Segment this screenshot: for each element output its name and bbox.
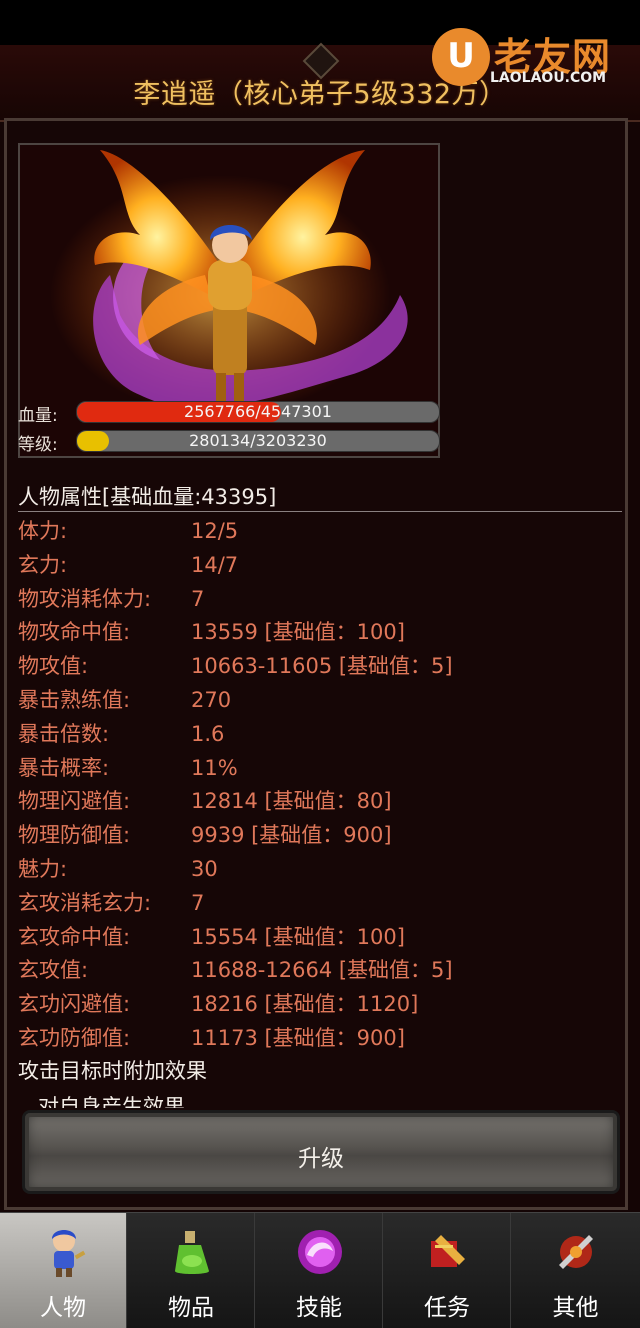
watermark-logo: U 老友网 LAOLAOU.COM bbox=[430, 22, 640, 92]
attribute-value: 18216 [基础值：1120] bbox=[191, 992, 419, 1017]
attribute-value: 10663-11605 [基础值：5] bbox=[191, 654, 453, 679]
attribute-label: 玄攻命中值: bbox=[18, 924, 131, 949]
attribute-row: 玄攻值: 11688-12664 [基础值：5] bbox=[18, 954, 622, 988]
attribute-label: 魅力: bbox=[18, 856, 68, 881]
tab-skills[interactable]: 技能 bbox=[256, 1213, 383, 1328]
attribute-value: 9939 [基础值：900] bbox=[191, 823, 392, 848]
level-label: 等级: bbox=[18, 435, 58, 455]
level-bar: 280134/3203230 bbox=[76, 430, 440, 452]
attribute-label: 玄攻消耗玄力: bbox=[18, 890, 152, 915]
tab-items-label: 物品 bbox=[168, 1295, 214, 1321]
attribute-label: 玄攻值: bbox=[18, 958, 89, 983]
attribute-row: 玄力: 14/7 bbox=[18, 549, 622, 583]
upgrade-button-label: 升级 bbox=[298, 1146, 344, 1172]
quest-icon bbox=[431, 1235, 465, 1267]
attribute-label: 暴击概率: bbox=[18, 755, 110, 780]
level-value: 280134/3203230 bbox=[189, 431, 327, 450]
attribute-value: 11688-12664 [基础值：5] bbox=[191, 958, 453, 983]
effects-subtitle: 对自身产生效果 bbox=[38, 1095, 185, 1108]
attribute-row: 体力: 12/5 bbox=[18, 515, 622, 549]
attribute-value: 15554 [基础值：100] bbox=[191, 924, 405, 949]
attribute-row: 暴击倍数: 1.6 bbox=[18, 718, 622, 752]
attribute-label: 玄力: bbox=[18, 552, 68, 577]
attribute-label: 体力: bbox=[18, 519, 68, 543]
attribute-value: 13559 [基础值：100] bbox=[191, 620, 405, 645]
attribute-row: 物攻消耗体力: 7 bbox=[18, 583, 622, 617]
attribute-row: 物理闪避值: 12814 [基础值：80] bbox=[18, 785, 622, 819]
hp-value: 2567766/4547301 bbox=[184, 402, 332, 421]
attribute-value: 12814 [基础值：80] bbox=[191, 789, 392, 814]
attributes-divider bbox=[18, 511, 622, 512]
attribute-row: 物攻值: 10663-11605 [基础值：5] bbox=[18, 650, 622, 684]
tab-quests[interactable]: 任务 bbox=[384, 1213, 511, 1328]
attribute-label: 玄功防御值: bbox=[18, 1025, 131, 1050]
other-icon bbox=[559, 1235, 593, 1269]
attribute-row: 暴击熟练值: 270 bbox=[18, 684, 622, 718]
attribute-list: 体力: 12/5 玄力: 14/7 物攻消耗体力: 7 物攻命中值: 13559 [基础值：1… bbox=[18, 515, 622, 1056]
tab-character[interactable]: 人物 bbox=[0, 1213, 127, 1328]
tab-quests-label: 任务 bbox=[424, 1295, 470, 1321]
attribute-value: 270 bbox=[191, 687, 232, 712]
tab-items[interactable]: 物品 bbox=[128, 1213, 255, 1328]
attribute-value: 7 bbox=[191, 586, 205, 611]
skill-orb-icon bbox=[298, 1230, 342, 1274]
character-icon bbox=[52, 1230, 86, 1277]
attribute-row: 玄功闪避值: 18216 [基础值：1120] bbox=[18, 988, 622, 1022]
bottom-tab-bar: 人物 物品 技能 任务 其他 bbox=[0, 1212, 640, 1328]
attribute-label: 物攻命中值: bbox=[18, 620, 131, 645]
attribute-value: 11% bbox=[191, 755, 238, 780]
attribute-row: 物理防御值: 9939 [基础值：900] bbox=[18, 819, 622, 853]
tab-character-label: 人物 bbox=[40, 1295, 86, 1321]
attribute-label: 物理防御值: bbox=[18, 823, 131, 848]
tab-skills-label: 技能 bbox=[296, 1295, 342, 1321]
attribute-label: 物攻消耗体力: bbox=[18, 586, 152, 611]
tab-other[interactable]: 其他 bbox=[512, 1213, 639, 1328]
effects-title: 攻击目标时附加效果 bbox=[18, 1059, 207, 1083]
hp-label: 血量: bbox=[18, 406, 58, 426]
upgrade-button[interactable]: 升级 bbox=[22, 1110, 620, 1194]
attribute-value: 11173 [基础值：900] bbox=[191, 1025, 405, 1050]
tab-other-label: 其他 bbox=[552, 1295, 599, 1321]
watermark-circle: U bbox=[432, 28, 490, 86]
attribute-label: 物理闪避值: bbox=[18, 789, 131, 814]
attribute-row: 玄功防御值: 11173 [基础值：900] bbox=[18, 1022, 622, 1056]
attribute-row: 物攻命中值: 13559 [基础值：100] bbox=[18, 616, 622, 650]
attribute-label: 物攻值: bbox=[18, 654, 89, 679]
potion-icon bbox=[175, 1231, 209, 1274]
attribute-row: 玄攻消耗玄力: 7 bbox=[18, 887, 622, 921]
attribute-row: 玄攻命中值: 15554 [基础值：100] bbox=[18, 921, 622, 955]
hp-bar: 2567766/4547301 bbox=[76, 401, 440, 423]
attribute-label: 玄功闪避值: bbox=[18, 992, 131, 1017]
attribute-value: 30 bbox=[191, 856, 218, 881]
attribute-value: 12/5 bbox=[191, 519, 239, 543]
attribute-value: 14/7 bbox=[191, 552, 239, 577]
watermark-url: LAOLAOU.COM bbox=[490, 70, 607, 86]
attribute-row: 暴击概率: 11% bbox=[18, 752, 622, 786]
attribute-value: 1.6 bbox=[191, 721, 225, 746]
attributes-title: 人物属性[基础血量:43395] bbox=[18, 485, 277, 509]
attribute-label: 暴击倍数: bbox=[18, 721, 110, 746]
attribute-label: 暴击熟练值: bbox=[18, 687, 131, 712]
attribute-row: 魅力: 30 bbox=[18, 853, 622, 887]
attribute-value: 7 bbox=[191, 890, 205, 915]
